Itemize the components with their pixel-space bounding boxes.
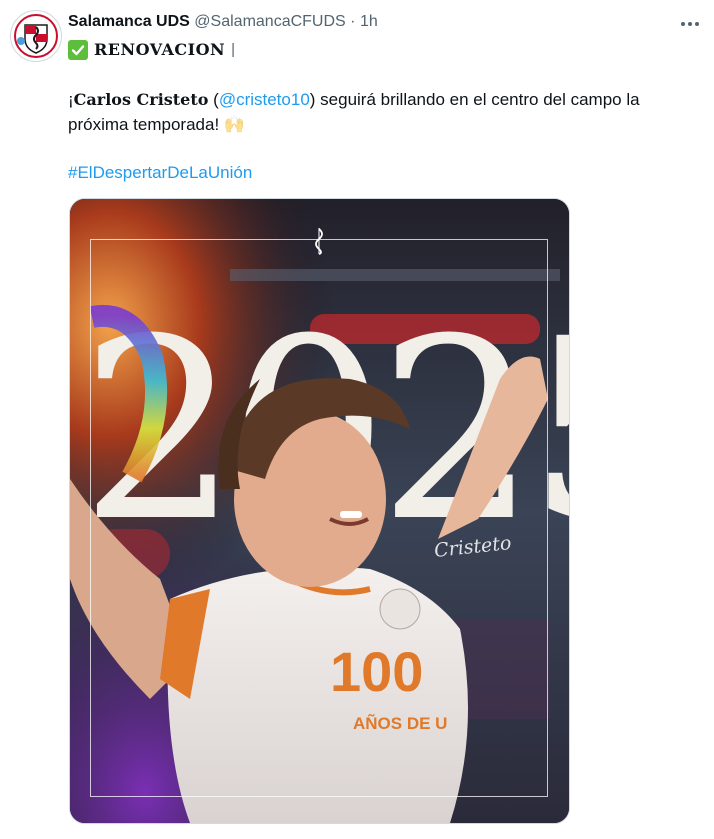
separator-dot: · (350, 13, 356, 30)
body-open: ( (208, 90, 219, 109)
user-handle[interactable]: @SalamancaCFUDS (194, 13, 345, 30)
more-options-button[interactable] (678, 12, 702, 36)
tweet-card[interactable]: Salamanca UDS @SalamancaCFUDS · 1h RENOV… (0, 0, 714, 839)
mention-link[interactable]: @cristeto10 (219, 90, 310, 109)
club-monogram-icon (311, 227, 327, 255)
ellipsis-icon (681, 22, 699, 26)
player-name: Carlos Cristeto (73, 90, 209, 109)
image-frame-border (90, 239, 548, 797)
club-crest-icon (14, 14, 58, 58)
check-mark-icon (68, 40, 88, 60)
tweet-body: ¡Carlos Cristeto (@cristeto10) seguirá b… (68, 87, 688, 137)
avatar[interactable] (10, 10, 62, 62)
hashtag-link[interactable]: #ElDespertarDeLaUnión (68, 163, 252, 182)
headline-text: RENOVACION (94, 40, 226, 59)
headline: RENOVACION | (68, 39, 235, 61)
raised-hands-emoji: 🙌 (223, 115, 246, 134)
display-name[interactable]: Salamanca UDS (68, 13, 190, 30)
tweet-header: Salamanca UDS @SalamancaCFUDS · 1h (68, 12, 378, 32)
timestamp[interactable]: 1h (360, 13, 378, 30)
headline-cursor: | (231, 41, 236, 58)
tweet-media-image[interactable]: 2025 100 AÑOS DE U Cristeto (69, 198, 570, 824)
